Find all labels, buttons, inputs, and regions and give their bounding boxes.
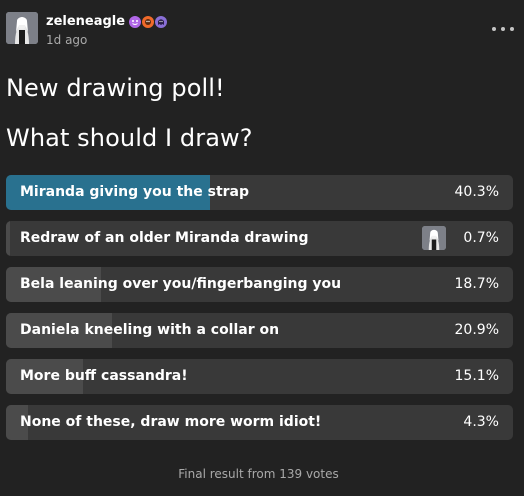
poll-option[interactable]: None of these, draw more worm idiot! 4.3…	[6, 405, 513, 440]
poll-option-percent: 15.1%	[454, 368, 499, 384]
post-title: New drawing poll!	[6, 74, 225, 102]
poll-option-percent: 0.7%	[463, 230, 499, 246]
poll-option-percent: 40.3%	[454, 184, 499, 200]
poll-option-label: Bela leaning over you/fingerbanging you	[20, 276, 342, 292]
post-timestamp[interactable]: 1d ago	[46, 33, 87, 47]
purple-ghost-badge-icon	[155, 15, 168, 28]
poll-option-label: None of these, draw more worm idiot!	[20, 414, 322, 430]
avatar-image	[6, 12, 38, 44]
dot	[501, 27, 505, 31]
poll-option-percent: 20.9%	[454, 322, 499, 338]
poll-option-percent: 18.7%	[454, 276, 499, 292]
poll-option[interactable]: More buff cassandra! 15.1%	[6, 359, 513, 394]
dot	[510, 27, 514, 31]
user-badges	[128, 15, 168, 28]
dot	[492, 27, 496, 31]
poll-footer: Final result from 139 votes	[178, 467, 339, 481]
orange-face-badge-icon	[142, 15, 155, 28]
poll-option[interactable]: Redraw of an older Miranda drawing 0.7%	[6, 221, 513, 256]
poll-option-label: Daniela kneeling with a collar on	[20, 322, 280, 338]
poll-option[interactable]: Miranda giving you the strap 40.3%	[6, 175, 513, 210]
post-header: zeleneagle 1d ago	[6, 12, 518, 52]
poll-question: What should I draw?	[6, 124, 253, 152]
voter-avatar-image	[422, 226, 446, 250]
user-avatar[interactable]	[6, 12, 38, 44]
poll-option[interactable]: Daniela kneeling with a collar on 20.9%	[6, 313, 513, 348]
more-horizontal-icon[interactable]	[492, 19, 514, 39]
voter-avatar	[422, 226, 446, 250]
purple-smiley-badge-icon	[129, 15, 142, 28]
poll-option-percent: 4.3%	[463, 414, 499, 430]
poll-option[interactable]: Bela leaning over you/fingerbanging you …	[6, 267, 513, 302]
poll: Miranda giving you the strap 40.3% Redra…	[6, 175, 513, 451]
poll-option-label: Miranda giving you the strap	[20, 184, 250, 200]
poll-option-fill	[6, 221, 10, 256]
username[interactable]: zeleneagle	[46, 14, 125, 29]
poll-option-label: More buff cassandra!	[20, 368, 188, 384]
username-row: zeleneagle	[46, 14, 168, 29]
poll-option-label: Redraw of an older Miranda drawing	[20, 230, 309, 246]
